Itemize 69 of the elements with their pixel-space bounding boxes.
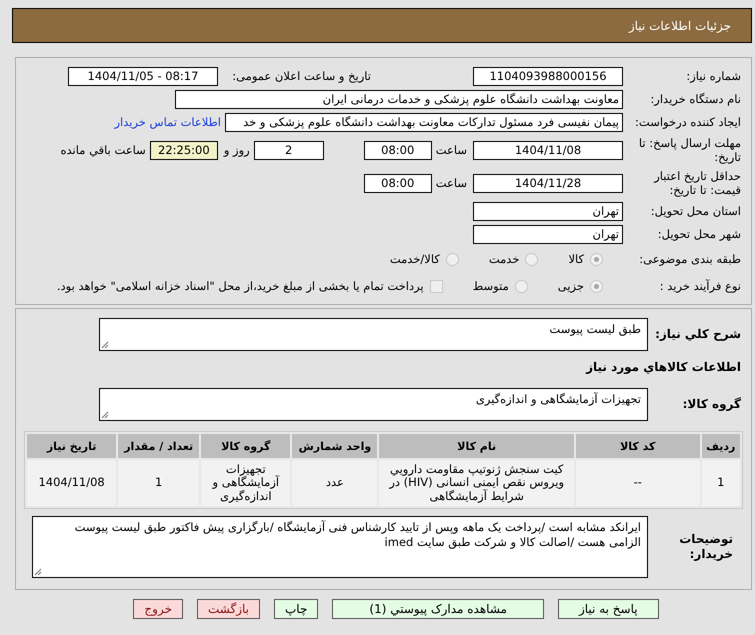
checkbox-label: پرداخت تمام یا بخشی از مبلغ خرید،از محل "اسناد خزانه اسلامی" خواهد بود. — [56, 279, 424, 293]
table-cell: تجهیزات آزمایشگاهی و اندازه‌گیری — [201, 460, 290, 506]
column-header: ردیف — [702, 434, 740, 458]
radio-button[interactable] — [590, 280, 603, 292]
table-cell: 1404/11/08 — [27, 460, 116, 506]
field-label: شهر محل تحویل: — [656, 226, 742, 242]
need-number-field: 1104093988000156 — [473, 66, 623, 86]
date-field: 1404/11/08 — [473, 140, 623, 160]
time-field: 08:00 — [364, 140, 432, 160]
field-label: ایجاد کننده درخواست: — [634, 114, 742, 130]
checkbox[interactable] — [430, 280, 443, 292]
date-field: 1404/11/28 — [473, 174, 623, 192]
field-label: گروه کالا: — [682, 396, 742, 412]
field-label: استان محل تحویل: — [650, 204, 742, 218]
column-header: گروه کالا — [201, 434, 290, 458]
field-label: نوع فرآیند خرید : — [658, 278, 742, 294]
announce-date-field: 1404/11/05 - 08:17 — [68, 66, 218, 86]
column-header: نام کالا — [379, 434, 574, 458]
days-field: 2 — [254, 140, 324, 160]
field-label: طبقه بندی موضوعی: — [638, 252, 742, 266]
province-field: تهران — [473, 202, 623, 220]
column-header: واحد شمارش — [292, 434, 378, 458]
radio-label: کالا/خدمت — [390, 252, 440, 266]
action-button[interactable]: چاپ — [274, 599, 318, 619]
field-label: نام دستگاه خریدار: — [649, 92, 742, 106]
action-button[interactable]: مشاهده مدارک پیوستي (1) — [332, 599, 544, 619]
time-label: ساعت — [436, 143, 467, 157]
column-header: تعداد / مقدار — [118, 434, 200, 458]
remaining-label: ساعت باقي مانده — [60, 143, 146, 157]
column-header: کد کالا — [576, 434, 700, 458]
days-label: روز و — [224, 143, 250, 157]
buyer-field: معاونت بهداشت دانشگاه علوم پزشکی و خدمات درمانی ایران — [175, 90, 623, 108]
radio-label: جزیی — [558, 279, 584, 293]
time-field: 08:00 — [364, 174, 432, 192]
radio-button[interactable] — [590, 252, 603, 266]
remaining-time-field: 22:25:00 — [150, 140, 218, 160]
action-button[interactable]: بازگشت — [197, 599, 260, 619]
group-text-area[interactable]: تجهیزات آزمایشگاهی و اندازه‌گیری — [99, 388, 648, 420]
radio-label: کالا — [568, 252, 584, 266]
radio-label: خدمت — [488, 252, 520, 266]
section-title: اطلاعات کالاهاي مورد نياز — [584, 360, 742, 374]
radio-button[interactable] — [446, 252, 459, 266]
action-button[interactable]: پاسخ به نیاز — [558, 599, 659, 619]
description-text-area[interactable]: طبق لیست پیوست — [99, 318, 648, 350]
radio-label: متوسط — [472, 279, 509, 293]
field-label: شماره نیاز: — [685, 68, 742, 84]
table-cell: عدد — [292, 460, 378, 506]
radio-button[interactable] — [514, 280, 528, 292]
time-label: ساعت — [436, 176, 467, 190]
radio-button[interactable] — [525, 252, 538, 266]
resize-handle-icon[interactable] — [101, 410, 109, 418]
table-cell: کیت سنجش ژنوتیپ مقاومت دارويي ویروس نقص ایمنی انسانی (HIV) در شرایط آزمایشگاهی — [379, 460, 574, 506]
city-field: تهران — [473, 224, 623, 244]
creator-field: پیمان نفیسی فرد مسئول تدارکات معاونت بهداشت دانشگاه علوم پزشکی و خد — [225, 112, 623, 132]
resize-handle-icon[interactable] — [101, 340, 109, 348]
field-label: شرح کلي نياز: — [654, 326, 742, 342]
contact-link[interactable]: اطلاعات تماس خریدار — [114, 115, 221, 129]
table-cell: 1 — [702, 460, 740, 506]
table-cell: -- — [576, 460, 700, 506]
column-header: تاریخ نیاز — [27, 434, 116, 458]
page-title: جزئیات اطلاعات نیاز — [628, 18, 731, 32]
notes-text-area[interactable]: ایرانکد مشابه است /پرداخت یک ماهه وپس از تایید کارشناس فنی آزمایشگاه /بارگزاری پیش فاکتور طبق لیست پیوست الزامی هست /اصالت کالا و شرکت طبق سایت imed — [32, 516, 648, 578]
field-label: تاریخ و ساعت اعلان عمومی: — [231, 68, 372, 84]
field-label: مهلت ارسال پاسخ: تا تاریخ: — [638, 136, 742, 164]
field-label: حداقل تاریخ اعتبار قیمت: تا تاریخ: — [652, 168, 742, 198]
resize-handle-icon[interactable] — [34, 568, 42, 576]
table-cell: 1 — [118, 460, 200, 506]
field-label: توضیحات خریدار: — [678, 532, 734, 562]
action-button[interactable]: خروج — [133, 599, 183, 619]
